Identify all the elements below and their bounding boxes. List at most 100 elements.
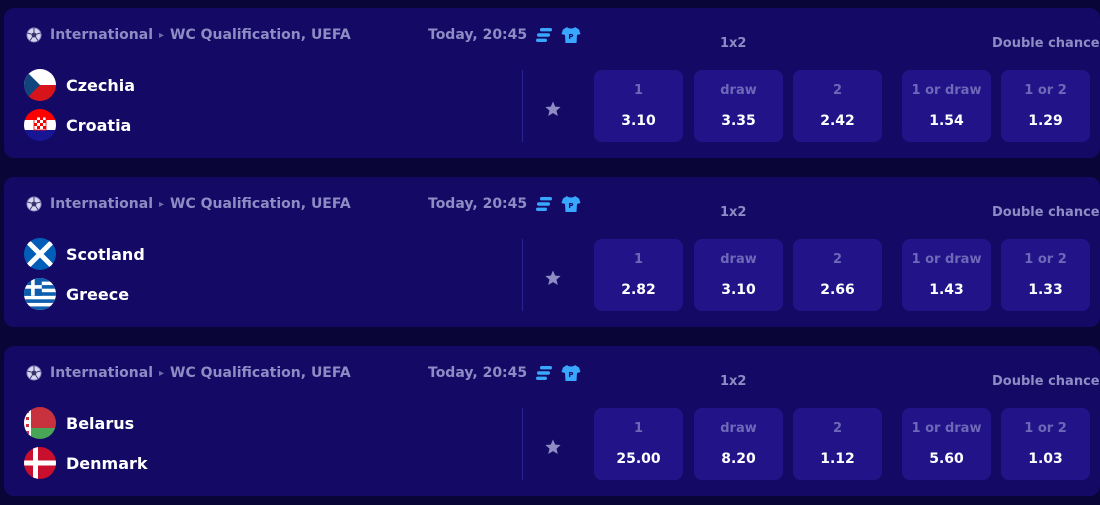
- home-team-name: Belarus: [66, 413, 135, 433]
- football-icon: [26, 365, 42, 381]
- odd-button-home-or-away[interactable]: 1 or 2 1.29: [1001, 70, 1090, 142]
- home-team[interactable]: Scotland: [24, 238, 145, 270]
- divider: [522, 408, 523, 480]
- odd-button-home-or-away[interactable]: 1 or 2 1.33: [1001, 239, 1090, 311]
- odd-label: draw: [720, 252, 757, 267]
- tournament-label[interactable]: WC Qualification, UEFA: [170, 27, 351, 43]
- odd-label: 1: [633, 252, 644, 267]
- odd-button-home-or-draw[interactable]: 1 or draw 1.54: [902, 70, 991, 142]
- odd-button-away[interactable]: 2 1.12: [793, 408, 882, 480]
- match-time-row: Today, 20:45 P: [428, 25, 581, 45]
- odd-button-draw[interactable]: draw 8.20: [694, 408, 783, 480]
- match-list: International ▸ WC Qualification, UEFA T…: [0, 0, 1100, 505]
- odd-button-draw[interactable]: draw 3.10: [694, 239, 783, 311]
- category-label: International: [50, 365, 154, 381]
- odd-label: 1 or 2: [1024, 421, 1067, 436]
- odd-label: draw: [720, 83, 757, 98]
- odd-button-away[interactable]: 2 2.42: [793, 70, 882, 142]
- football-icon: [26, 196, 42, 212]
- home-flag-icon: [24, 407, 56, 439]
- odd-value: 1.29: [1028, 113, 1063, 129]
- odd-value: 5.60: [929, 451, 964, 467]
- odd-label: 2: [832, 252, 843, 267]
- away-flag-icon: [24, 447, 56, 479]
- away-flag-icon: [24, 278, 56, 310]
- odd-button-home-or-away[interactable]: 1 or 2 1.03: [1001, 408, 1090, 480]
- shirt-icon[interactable]: P: [561, 195, 581, 213]
- football-icon: [26, 27, 42, 43]
- odd-value: 3.35: [721, 113, 756, 129]
- odd-label: 1 or draw: [911, 83, 982, 98]
- shirt-icon[interactable]: P: [561, 26, 581, 44]
- match-card[interactable]: International ▸ WC Qualification, UEFA T…: [4, 8, 1100, 158]
- odd-label: 1 or draw: [911, 252, 982, 267]
- divider: [522, 70, 523, 142]
- match-time: Today, 20:45: [428, 196, 528, 212]
- market-title-double-chance: Double chance: [992, 205, 1100, 220]
- svg-text:P: P: [569, 371, 574, 379]
- away-team[interactable]: Denmark: [24, 447, 148, 479]
- shirt-icon[interactable]: P: [561, 364, 581, 382]
- category-label: International: [50, 196, 154, 212]
- match-time-row: Today, 20:45 P: [428, 194, 581, 214]
- market-title-1x2: 1x2: [720, 36, 747, 51]
- odd-value: 1.43: [929, 282, 964, 298]
- odd-label: 1 or draw: [911, 421, 982, 436]
- stats-icon[interactable]: [535, 195, 553, 213]
- odd-value: 2.42: [820, 113, 855, 129]
- odd-button-home-or-draw[interactable]: 1 or draw 5.60: [902, 408, 991, 480]
- match-time: Today, 20:45: [428, 27, 528, 43]
- away-team-name: Denmark: [66, 453, 148, 473]
- home-team[interactable]: Belarus: [24, 407, 134, 439]
- odd-value: 8.20: [721, 451, 756, 467]
- match-card[interactable]: International ▸ WC Qualification, UEFA T…: [4, 346, 1100, 496]
- odd-value: 25.00: [616, 451, 661, 467]
- tournament-label[interactable]: WC Qualification, UEFA: [170, 196, 351, 212]
- home-team-name: Scotland: [66, 244, 145, 264]
- odd-label: 1 or 2: [1024, 83, 1067, 98]
- star-icon[interactable]: [544, 269, 562, 287]
- match-time-row: Today, 20:45 P: [428, 363, 581, 383]
- stats-icon[interactable]: [535, 364, 553, 382]
- odd-value: 1.33: [1028, 282, 1063, 298]
- odd-button-home[interactable]: 1 25.00: [594, 408, 683, 480]
- breadcrumb-separator-icon: ▸: [159, 198, 165, 210]
- match-card[interactable]: International ▸ WC Qualification, UEFA T…: [4, 177, 1100, 327]
- home-flag-icon: [24, 69, 56, 101]
- match-time: Today, 20:45: [428, 365, 528, 381]
- category-label: International: [50, 27, 154, 43]
- odd-value: 2.66: [820, 282, 855, 298]
- odd-button-away[interactable]: 2 2.66: [793, 239, 882, 311]
- odd-button-home-or-draw[interactable]: 1 or draw 1.43: [902, 239, 991, 311]
- market-title-1x2: 1x2: [720, 205, 747, 220]
- away-team[interactable]: Greece: [24, 278, 129, 310]
- home-team-name: Czechia: [66, 75, 136, 95]
- tournament-label[interactable]: WC Qualification, UEFA: [170, 365, 351, 381]
- away-flag-icon: [24, 109, 56, 141]
- odd-label: 2: [832, 421, 843, 436]
- odd-label: draw: [720, 421, 757, 436]
- odd-label: 1: [633, 421, 644, 436]
- star-icon[interactable]: [544, 438, 562, 456]
- odd-value: 3.10: [721, 282, 756, 298]
- odd-label: 1 or 2: [1024, 252, 1067, 267]
- odd-label: 1: [633, 83, 644, 98]
- market-title-double-chance: Double chance: [992, 374, 1100, 389]
- odd-value: 1.03: [1028, 451, 1063, 467]
- away-team[interactable]: Croatia: [24, 109, 131, 141]
- svg-text:P: P: [569, 202, 574, 210]
- breadcrumb-separator-icon: ▸: [159, 367, 165, 379]
- away-team-name: Croatia: [66, 115, 132, 135]
- home-team[interactable]: Czechia: [24, 69, 135, 101]
- home-flag-icon: [24, 238, 56, 270]
- odd-button-home[interactable]: 1 2.82: [594, 239, 683, 311]
- odd-value: 2.82: [621, 282, 656, 298]
- stats-icon[interactable]: [535, 26, 553, 44]
- match-meta: International ▸ WC Qualification, UEFA: [26, 194, 351, 214]
- market-title-1x2: 1x2: [720, 374, 747, 389]
- star-icon[interactable]: [544, 100, 562, 118]
- odd-button-home[interactable]: 1 3.10: [594, 70, 683, 142]
- match-meta: International ▸ WC Qualification, UEFA: [26, 363, 351, 383]
- divider: [522, 239, 523, 311]
- odd-button-draw[interactable]: draw 3.35: [694, 70, 783, 142]
